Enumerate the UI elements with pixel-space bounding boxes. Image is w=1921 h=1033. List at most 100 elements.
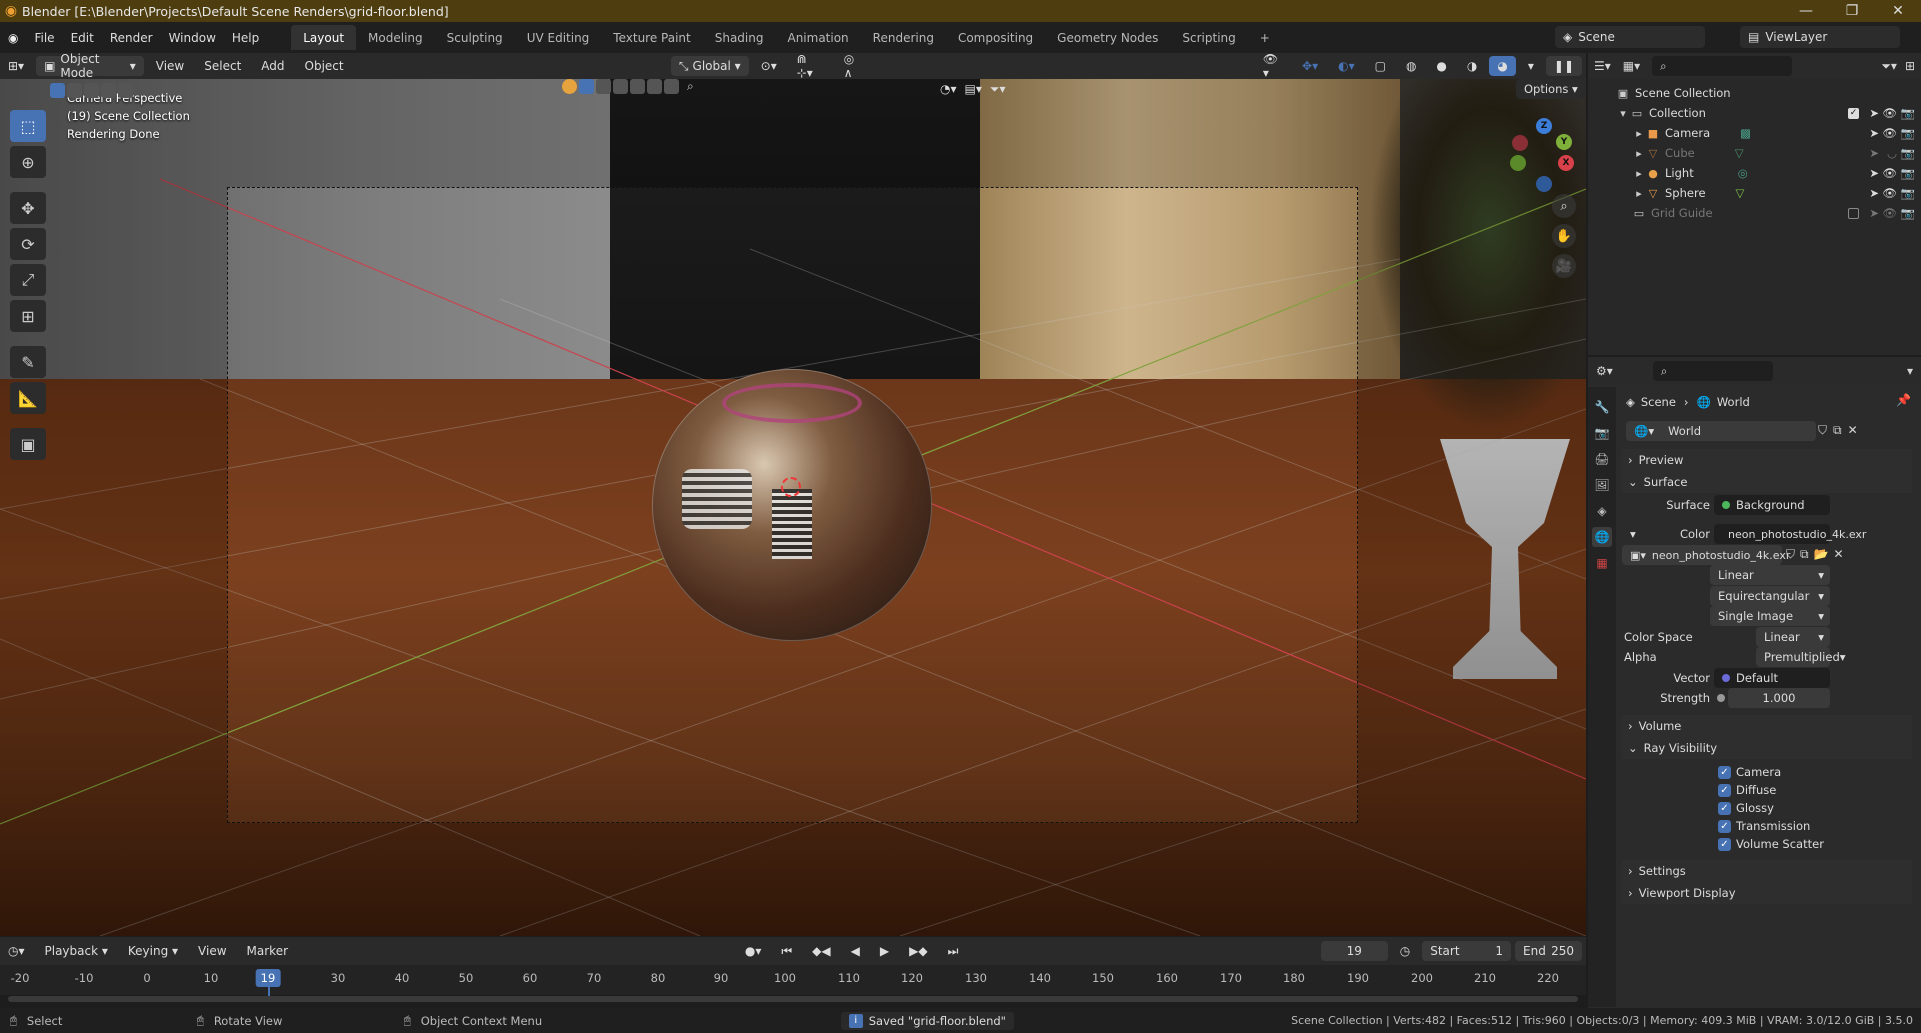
add-menu[interactable]: Add xyxy=(253,56,292,76)
outliner-editor-icon[interactable]: ☰▾ xyxy=(1594,59,1611,73)
texture-tab-icon[interactable]: ▦ xyxy=(1592,553,1612,573)
mesh-data-icon[interactable]: ▽ xyxy=(1735,146,1744,160)
tab-texture-paint[interactable]: Texture Paint xyxy=(601,25,702,50)
close-window-button[interactable]: ✕ xyxy=(1875,0,1921,22)
tab-uv-editing[interactable]: UV Editing xyxy=(515,25,602,50)
overlay-toggle-icon[interactable]: ◐▾ xyxy=(1330,56,1363,76)
mode-and-icon[interactable] xyxy=(664,79,679,94)
gizmo-x-axis[interactable]: X xyxy=(1558,155,1574,171)
tab-modeling[interactable]: Modeling xyxy=(356,25,435,50)
editor-type-icon[interactable]: ⊞▾ xyxy=(0,56,32,76)
mode-extend-icon[interactable] xyxy=(596,79,611,94)
next-keyframe-icon[interactable]: ▶◆ xyxy=(901,941,935,961)
light-data-icon[interactable]: ◎ xyxy=(1738,166,1748,180)
world-datablock-field[interactable]: 🌐▾ World xyxy=(1626,421,1816,441)
select-arrow-icon[interactable]: ➤ xyxy=(1869,126,1879,140)
current-frame-field[interactable]: 19 xyxy=(1320,941,1388,961)
ray-camera-checkbox[interactable]: ✓ Camera xyxy=(1718,762,1781,782)
keying-menu[interactable]: Keying ▾ xyxy=(120,941,186,961)
colorspace-dropdown[interactable]: Linear ▾ xyxy=(1756,627,1830,647)
vector-input-field[interactable]: Default xyxy=(1714,668,1830,688)
menu-render[interactable]: Render xyxy=(102,22,161,53)
snap-icon[interactable]: ⋒ ⊹▾ xyxy=(789,52,832,80)
tab-animation[interactable]: Animation xyxy=(775,25,860,50)
shading-solid-icon[interactable]: ● xyxy=(1428,56,1454,76)
select-arrow-icon[interactable]: ➤ xyxy=(1869,146,1879,160)
duplicate-icon[interactable]: ⧉ xyxy=(1833,423,1842,438)
play-reverse-icon[interactable]: ◀ xyxy=(843,941,868,961)
end-frame-field[interactable]: End 250 xyxy=(1515,941,1583,961)
viewlayer-selector[interactable]: ▤ ViewLayer xyxy=(1740,26,1900,48)
image-source-dropdown[interactable]: Single Image ▾ xyxy=(1710,606,1830,626)
gizmo-neg-z[interactable] xyxy=(1536,176,1552,192)
maximize-button[interactable]: ❐ xyxy=(1829,0,1875,22)
menu-help[interactable]: Help xyxy=(224,22,267,53)
pivot-icon[interactable]: ⊙▾ xyxy=(753,56,785,76)
record-icon[interactable]: ●▾ xyxy=(737,941,770,961)
move-tool-icon[interactable]: ✥ xyxy=(10,192,46,224)
properties-search-input[interactable]: ⌕ xyxy=(1652,361,1773,381)
visibility-icon[interactable]: 👁▾ xyxy=(1255,52,1290,80)
tab-geometry-nodes[interactable]: Geometry Nodes xyxy=(1045,25,1170,50)
shading-material-icon[interactable]: ◑ xyxy=(1459,56,1485,76)
viewport-display-panel-header[interactable]: › Viewport Display xyxy=(1622,882,1912,904)
duplicate-icon[interactable]: ⧉ xyxy=(1800,547,1809,562)
mesh-data-icon[interactable]: ▽ xyxy=(1736,186,1745,200)
outliner-row-camera[interactable]: ▸ ■ Camera ▩ ➤ 👁 📷 xyxy=(1588,123,1921,143)
expand-arrow-icon[interactable]: ▸ xyxy=(1632,166,1646,180)
pin-icon[interactable]: 📌 xyxy=(1896,393,1911,407)
menu-file[interactable]: File xyxy=(26,22,62,53)
eye-icon[interactable]: 👁 xyxy=(1882,206,1897,220)
fake-user-shield-icon[interactable]: ⛉ xyxy=(1786,547,1795,562)
timeline-ruler[interactable]: -20 -10 0 10 19 30 40 50 60 70 80 90 100… xyxy=(0,965,1586,997)
properties-options-icon[interactable]: ▾ xyxy=(1907,364,1913,378)
expand-arrow-icon[interactable]: ▾ xyxy=(1616,106,1630,120)
view-menu[interactable]: View xyxy=(148,56,192,76)
ray-transmission-checkbox[interactable]: ✓ Transmission xyxy=(1718,816,1810,836)
select-subtract-icon[interactable] xyxy=(84,83,99,98)
select-arrow-icon[interactable]: ➤ xyxy=(1869,106,1879,120)
playhead-frame[interactable]: 19 xyxy=(255,969,281,987)
gizmo-toggle-icon[interactable]: ✥▾ xyxy=(1294,56,1326,76)
render-camera-icon[interactable]: 📷 xyxy=(1901,166,1915,180)
mode-dropdown[interactable]: ▣ Object Mode ▾ xyxy=(36,52,144,80)
outliner-row-grid-guide[interactable]: ▭ Grid Guide ➤ 👁 📷 xyxy=(1588,203,1921,223)
world-tab-icon[interactable]: 🌐 xyxy=(1592,527,1612,547)
gizmo-z-axis[interactable]: Z xyxy=(1536,118,1552,134)
orientation-dropdown[interactable]: ⤡ Global ▾ xyxy=(670,56,749,76)
expand-arrow-icon[interactable]: ▸ xyxy=(1632,126,1646,140)
ray-diffuse-checkbox[interactable]: ✓ Diffuse xyxy=(1718,780,1776,800)
outliner-search-input[interactable]: ⌕ xyxy=(1652,56,1793,76)
tab-shading[interactable]: Shading xyxy=(703,25,776,50)
surface-panel-header[interactable]: ⌄ Surface xyxy=(1622,471,1912,493)
outliner-row-scene-collection[interactable]: ▣ Scene Collection xyxy=(1588,83,1921,103)
select-extend-icon[interactable] xyxy=(67,83,82,98)
add-cube-tool-icon[interactable]: ▣ xyxy=(10,428,46,460)
zoom-icon[interactable]: ⌕ xyxy=(1552,194,1576,218)
alpha-dropdown[interactable]: Premultiplied ▾ xyxy=(1756,647,1846,667)
mode-intersect-icon[interactable] xyxy=(647,79,662,94)
scene-tab-icon[interactable]: ◈ xyxy=(1592,501,1612,521)
tab-layout[interactable]: Layout xyxy=(291,25,357,50)
tab-scripting[interactable]: Scripting xyxy=(1170,25,1247,50)
shading-options-icon[interactable]: ▾ xyxy=(1520,56,1542,76)
scale-tool-icon[interactable]: ⤢ xyxy=(10,264,46,296)
image-datablock-field[interactable]: ▣▾ neon_photostudio_4k.exr xyxy=(1622,545,1790,565)
timeline-editor-icon[interactable]: ◷▾ xyxy=(0,941,33,961)
prev-keyframe-icon[interactable]: ◆◀ xyxy=(804,941,838,961)
eye-icon[interactable]: 👁 xyxy=(1882,126,1897,140)
select-box-mode-icon[interactable] xyxy=(579,79,594,94)
outline-filter-icon[interactable]: ▤▾ xyxy=(965,82,982,97)
tab-compositing[interactable]: Compositing xyxy=(946,25,1045,50)
eye-icon[interactable]: 👁 xyxy=(1882,186,1897,200)
fake-user-shield-icon[interactable]: ⛉ xyxy=(1818,423,1827,438)
annotate-tool-icon[interactable]: ✎ xyxy=(10,346,46,378)
color-swatch-icon[interactable] xyxy=(562,79,577,94)
navigation-gizmo[interactable]: Z Y X xyxy=(1500,110,1574,192)
mode-subtract-icon[interactable] xyxy=(613,79,628,94)
shading-wire-icon[interactable]: ◍ xyxy=(1398,56,1424,76)
render-camera-icon[interactable]: 📷 xyxy=(1901,106,1915,120)
ray-visibility-panel-header[interactable]: ⌄ Ray Visibility xyxy=(1622,737,1912,759)
play-icon[interactable]: ▶ xyxy=(872,941,897,961)
select-intersect-icon[interactable] xyxy=(118,83,133,98)
